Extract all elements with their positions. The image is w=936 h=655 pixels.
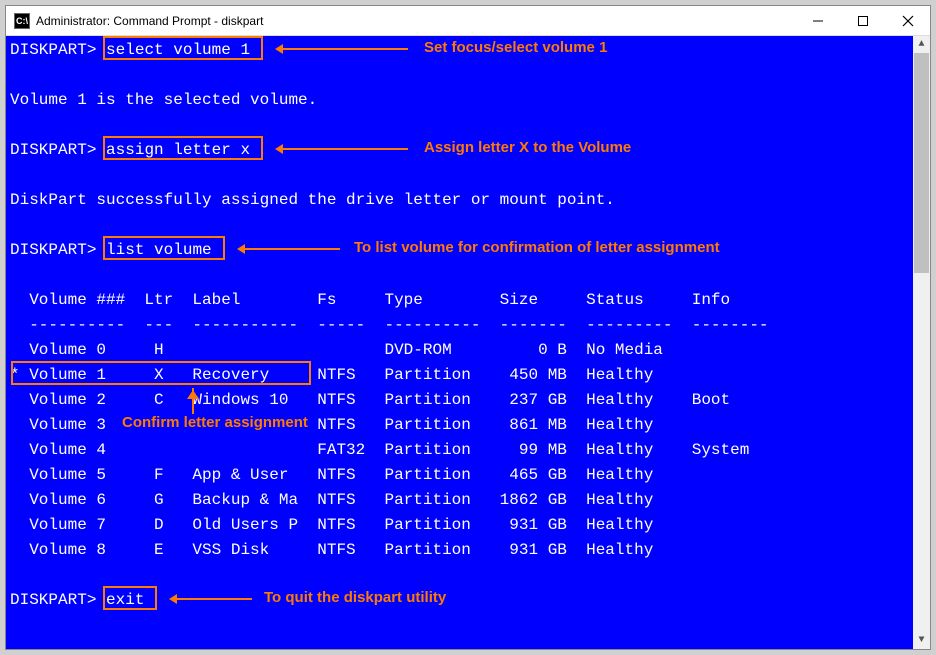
cmd-icon: C:\ bbox=[14, 13, 30, 29]
table-row: Volume 4 FAT32 Partition 99 MB Healthy S… bbox=[10, 441, 749, 459]
scroll-down-button[interactable]: ▼ bbox=[913, 632, 930, 649]
table-header: Volume ### Ltr Label Fs Type Size Status… bbox=[10, 291, 730, 309]
scroll-up-button[interactable]: ▲ bbox=[913, 36, 930, 53]
table-row: Volume 2 C Windows 10 NTFS Partition 237… bbox=[10, 391, 730, 409]
table-row: * Volume 1 X Recovery NTFS Partition 450… bbox=[10, 366, 653, 384]
cmd-list-volume: list volume bbox=[106, 241, 212, 259]
table-row: Volume 7 D Old Users P NTFS Partition 93… bbox=[10, 516, 653, 534]
prompt: DISKPART> bbox=[10, 591, 96, 609]
title-bar[interactable]: C:\ Administrator: Command Prompt - disk… bbox=[6, 6, 930, 36]
response-assigned: DiskPart successfully assigned the drive… bbox=[10, 191, 615, 209]
prompt: DISKPART> bbox=[10, 41, 96, 59]
cmd-assign-letter: assign letter x bbox=[106, 141, 250, 159]
terminal-output[interactable]: DISKPART> select volume 1 Volume 1 is th… bbox=[6, 36, 913, 649]
window-title: Administrator: Command Prompt - diskpart bbox=[36, 14, 263, 28]
table-row: Volume 0 H DVD-ROM 0 B No Media bbox=[10, 341, 663, 359]
table-divider: ---------- --- ----------- ----- -------… bbox=[10, 316, 769, 334]
command-prompt-window: C:\ Administrator: Command Prompt - disk… bbox=[5, 5, 931, 650]
terminal-area: DISKPART> select volume 1 Volume 1 is th… bbox=[6, 36, 930, 649]
close-button[interactable] bbox=[885, 6, 930, 36]
maximize-button[interactable] bbox=[840, 6, 885, 36]
cmd-exit: exit bbox=[106, 591, 144, 609]
prompt: DISKPART> bbox=[10, 241, 96, 259]
scroll-thumb[interactable] bbox=[914, 53, 929, 273]
prompt: DISKPART> bbox=[10, 141, 96, 159]
response-selected: Volume 1 is the selected volume. bbox=[10, 91, 317, 109]
cmd-select-volume: select volume 1 bbox=[106, 41, 250, 59]
table-row: Volume 3 NTFS Partition 861 MB Healthy bbox=[10, 416, 653, 434]
table-row: Volume 8 E VSS Disk NTFS Partition 931 G… bbox=[10, 541, 653, 559]
vertical-scrollbar[interactable]: ▲ ▼ bbox=[913, 36, 930, 649]
table-row: Volume 5 F App & User NTFS Partition 465… bbox=[10, 466, 653, 484]
minimize-button[interactable] bbox=[795, 6, 840, 36]
cmd-icon-label: C:\ bbox=[16, 16, 28, 26]
table-row: Volume 6 G Backup & Ma NTFS Partition 18… bbox=[10, 491, 653, 509]
